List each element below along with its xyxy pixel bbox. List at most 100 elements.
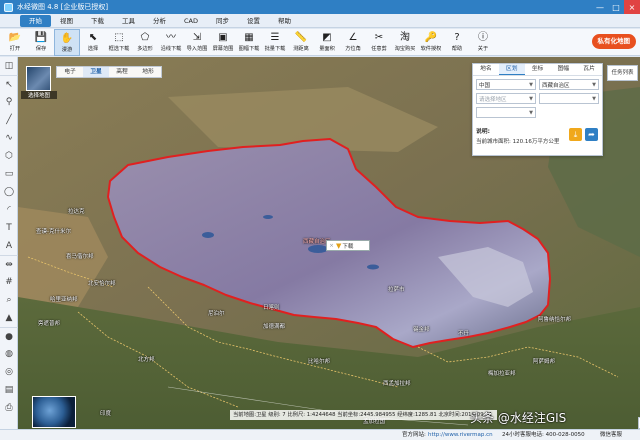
text-icon[interactable]: T bbox=[0, 219, 18, 237]
print-icon[interactable]: ⎙ bbox=[0, 399, 18, 417]
hand-icon: ✋ bbox=[60, 33, 74, 44]
globe-icon[interactable]: ◍ bbox=[0, 345, 18, 363]
menu-item[interactable]: 开始 bbox=[20, 14, 51, 27]
menu-item[interactable]: 工具 bbox=[113, 15, 144, 27]
menu-item[interactable]: 视图 bbox=[51, 15, 82, 27]
toolbar-button[interactable]: ⓘ 关于 bbox=[470, 29, 496, 56]
label-icon[interactable]: A bbox=[0, 237, 18, 255]
menu-item[interactable]: 帮助 bbox=[269, 15, 300, 27]
search-panel-tab[interactable]: 地名 bbox=[473, 64, 499, 75]
circle-icon[interactable]: ◯ bbox=[0, 183, 18, 201]
polygon-icon: ⬠ bbox=[140, 32, 150, 43]
toolbar-button[interactable]: ✂ 任意剪 bbox=[366, 29, 392, 56]
search-panel: 地名 区划 坐标 图幅 瓦片 中国 ▼ 西藏自治区 ▼ 请选择地区 ▼ ▼ ▼ 说明: … bbox=[472, 63, 603, 156]
toolbar-button[interactable]: ☰ 批量下载 bbox=[262, 29, 288, 56]
map-place-label: 阿鲁纳恰尔邦 bbox=[538, 317, 572, 323]
boundary-download-button[interactable]: ⤓ bbox=[569, 128, 582, 141]
minimize-button[interactable]: — bbox=[592, 0, 608, 14]
map-place-label: 哈里亚纳邦 bbox=[50, 297, 78, 303]
toolbar-button[interactable]: ∠ 方位角 bbox=[340, 29, 366, 56]
country-select[interactable]: 中国 ▼ bbox=[476, 79, 536, 90]
toolbar-button[interactable]: 〰沿线下载 bbox=[158, 29, 184, 56]
chevron-down-icon: ▼ bbox=[529, 81, 533, 88]
search-icon[interactable]: ⌕ bbox=[0, 291, 18, 309]
pin-icon[interactable]: ⚲ bbox=[0, 93, 18, 111]
map-type-tab[interactable]: 电子 bbox=[57, 67, 83, 77]
toolbar-button[interactable]: ▦ 图幅下载 bbox=[236, 29, 262, 56]
private-map-button[interactable]: 私有化地图 bbox=[591, 34, 636, 49]
screen-icon: ▣ bbox=[218, 32, 228, 43]
city-select[interactable]: 请选择地区 ▼ bbox=[476, 93, 536, 104]
town-select[interactable]: ▼ bbox=[476, 107, 536, 118]
map-type-thumbnail-label[interactable]: 选择地图 bbox=[21, 91, 57, 99]
search-panel-tab[interactable]: 图幅 bbox=[550, 64, 576, 75]
rect-icon[interactable]: ▭ bbox=[0, 165, 18, 183]
county-select[interactable]: ▼ bbox=[539, 93, 599, 104]
map-place-label: 查谟-克什米尔 bbox=[36, 229, 71, 235]
toolbar-button[interactable]: ◩ 量面积 bbox=[314, 29, 340, 56]
toolbar-button[interactable]: ⇲ 导入范围 bbox=[184, 29, 210, 56]
popup-close-icon[interactable]: × bbox=[327, 243, 336, 249]
line-icon[interactable]: ╱ bbox=[0, 111, 18, 129]
map-place-label: 比哈尔邦 bbox=[308, 359, 331, 365]
arc-icon[interactable]: ◜ bbox=[0, 201, 18, 219]
maximize-button[interactable]: □ bbox=[608, 0, 624, 14]
country-select-value: 中国 bbox=[479, 82, 491, 89]
cursor-icon[interactable]: ↖ bbox=[0, 75, 18, 93]
map-status-bar: 当前地图:卫星 级别: 7 比例尺: 1:4244648 当前坐标:2445.9… bbox=[230, 410, 497, 420]
color-icon[interactable]: ● bbox=[0, 327, 18, 345]
toolbar-button[interactable]: ⬚ 框选下载 bbox=[106, 29, 132, 56]
menu-item[interactable]: 同步 bbox=[207, 15, 238, 27]
layers-icon[interactable]: ◫ bbox=[0, 57, 18, 75]
toolbar-button[interactable]: ? 帮助 bbox=[444, 29, 470, 56]
lake bbox=[308, 245, 328, 253]
target-icon[interactable]: ◎ bbox=[0, 363, 18, 381]
toolbar-button[interactable]: ⬉ 选择 bbox=[80, 29, 106, 56]
overview-globe[interactable] bbox=[32, 396, 76, 428]
map-type-thumbnail[interactable] bbox=[26, 66, 51, 91]
menu-item[interactable]: 下载 bbox=[82, 15, 113, 27]
site-link[interactable]: http://www.rivermap.cn bbox=[428, 430, 493, 440]
menu-item[interactable]: CAD bbox=[175, 15, 207, 27]
help-icon: ? bbox=[454, 32, 460, 43]
toolbar-button[interactable]: 淘淘宝购买 bbox=[392, 29, 418, 56]
grid-icon[interactable]: # bbox=[0, 273, 18, 291]
toolbar-button-label: 漫游 bbox=[61, 47, 73, 53]
map-type-tab[interactable]: 卫星 bbox=[83, 67, 109, 77]
curve-icon[interactable]: ∿ bbox=[0, 129, 18, 147]
toolbar-button[interactable]: 🔑 软件授权 bbox=[418, 29, 444, 56]
boundary-share-button[interactable]: ➦ bbox=[585, 128, 598, 141]
toolbar-button[interactable]: 💾 保存 bbox=[28, 29, 54, 56]
lake bbox=[367, 264, 379, 270]
close-button[interactable]: × bbox=[624, 0, 640, 14]
toolbar-button[interactable]: 📏 测距离 bbox=[288, 29, 314, 56]
measure-icon[interactable]: ⇹ bbox=[0, 255, 18, 273]
download-icon: ⤓ bbox=[573, 129, 578, 139]
province-select[interactable]: 西藏自治区 ▼ bbox=[539, 79, 599, 90]
table-icon[interactable]: ▤ bbox=[0, 381, 18, 399]
info-icon: ⓘ bbox=[478, 32, 488, 43]
map-type-tab[interactable]: 地形 bbox=[135, 67, 161, 77]
menu-item[interactable]: 设置 bbox=[238, 15, 269, 27]
toolbar-button[interactable]: ⬠ 多边形 bbox=[132, 29, 158, 56]
toolbar-button-label: 软件授权 bbox=[420, 46, 442, 52]
polygon-icon[interactable]: ⬡ bbox=[0, 147, 18, 165]
toolbar-button[interactable]: ▣ 屏幕范围 bbox=[210, 29, 236, 56]
toolbar-button[interactable]: ✋ 漫游 bbox=[54, 29, 80, 56]
task-list-button[interactable]: 任务列表 bbox=[607, 65, 638, 81]
wechat-service[interactable]: 微信客服 bbox=[600, 430, 622, 440]
chevron-down-icon: ▼ bbox=[529, 95, 533, 102]
map-place-label: 拉达克 bbox=[68, 209, 85, 215]
toolbar-button-label: 屏幕范围 bbox=[212, 46, 234, 52]
ribbon-toolbar: 📂 打开 💾 保存 ✋ 漫游 ⬉ 选择 ⬚ 框选下载 ⬠ 多边形〰沿线下载 ⇲ 导入范围 ▣ 屏幕范围 ▦ 图幅下… bbox=[0, 29, 640, 56]
popup-download-button[interactable]: ▼ 下载 bbox=[336, 242, 353, 250]
menu-item[interactable]: 分析 bbox=[144, 15, 175, 27]
map-type-tab[interactable]: 高程 bbox=[109, 67, 135, 77]
terrain-icon[interactable]: ▲ bbox=[0, 309, 18, 327]
map-place-label: 日喀则 bbox=[263, 305, 280, 311]
search-panel-tab[interactable]: 瓦片 bbox=[576, 64, 602, 75]
popup-download-label: 下载 bbox=[342, 243, 354, 250]
search-panel-tab[interactable]: 坐标 bbox=[525, 64, 551, 75]
search-panel-tab[interactable]: 区划 bbox=[498, 64, 525, 75]
toolbar-button[interactable]: 📂 打开 bbox=[2, 29, 28, 56]
